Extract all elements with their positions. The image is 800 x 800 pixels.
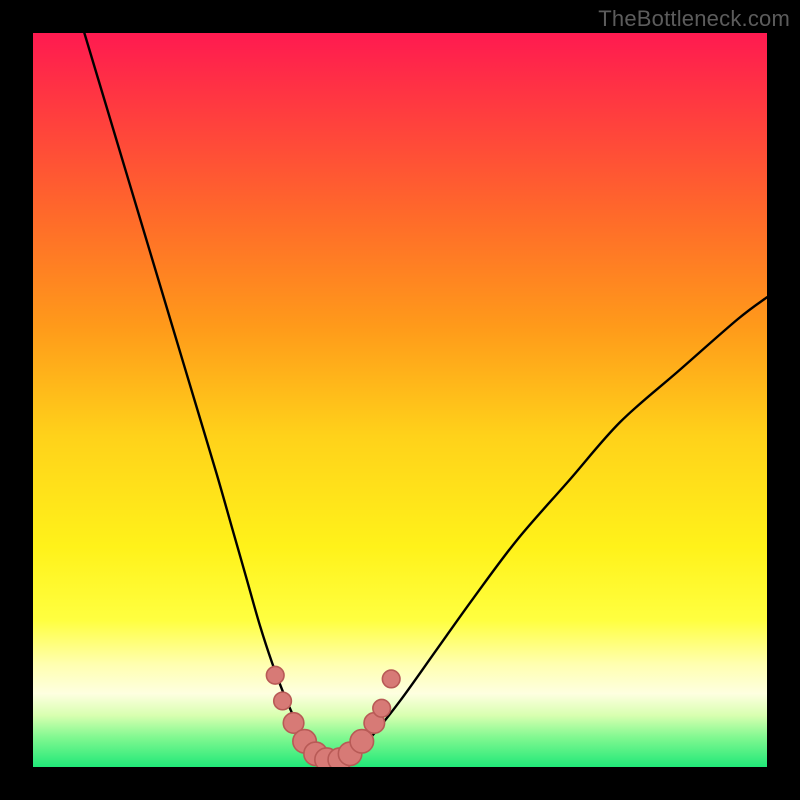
plot-area bbox=[33, 33, 767, 767]
chart-svg bbox=[33, 33, 767, 767]
curve-marker bbox=[373, 699, 391, 717]
curve-marker bbox=[382, 670, 400, 688]
chart-frame: TheBottleneck.com bbox=[0, 0, 800, 800]
curve-marker bbox=[274, 692, 292, 710]
gradient-background bbox=[33, 33, 767, 767]
watermark-text: TheBottleneck.com bbox=[598, 6, 790, 32]
curve-marker bbox=[266, 666, 284, 684]
